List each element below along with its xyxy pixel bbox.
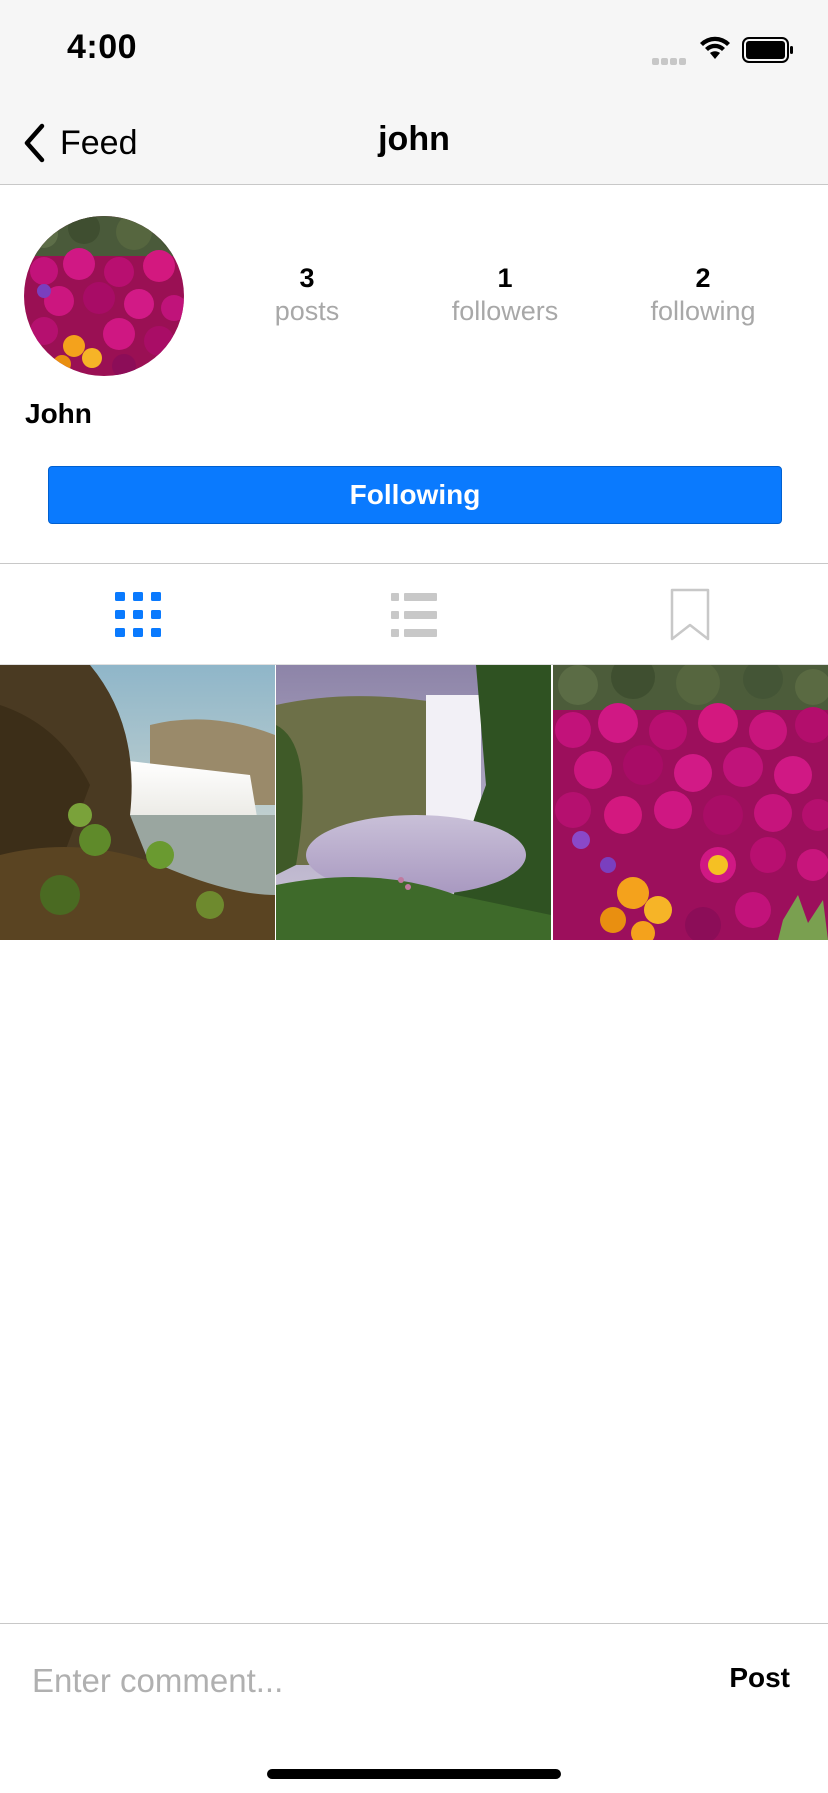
photo-grid <box>0 664 828 940</box>
following-label: following <box>650 296 756 326</box>
waterfall-rocks-photo <box>0 665 275 940</box>
followers-label: followers <box>451 296 559 326</box>
grid-icon <box>115 591 161 637</box>
post-thumbnail[interactable] <box>553 665 828 940</box>
followers-stat[interactable]: 1 followers <box>415 262 595 328</box>
home-indicator[interactable] <box>267 1769 561 1779</box>
post-button[interactable]: Post <box>729 1662 790 1694</box>
post-thumbnail[interactable] <box>0 665 275 940</box>
status-bar: 4:00 <box>0 0 828 100</box>
followers-count: 1 <box>497 263 513 293</box>
tab-grid[interactable] <box>0 564 276 665</box>
following-count: 2 <box>695 263 711 293</box>
pink-flowers-photo <box>553 665 828 940</box>
status-time: 4:00 <box>67 28 138 66</box>
page-title: john <box>378 120 450 158</box>
comment-bar: Post <box>0 1623 828 1793</box>
posts-stat[interactable]: 3 posts <box>217 262 397 328</box>
battery-icon <box>742 37 793 63</box>
following-stat[interactable]: 2 following <box>613 262 793 328</box>
posts-count: 3 <box>299 263 315 293</box>
wifi-icon <box>700 36 730 59</box>
comment-input[interactable] <box>30 1652 674 1710</box>
bookmark-icon <box>670 588 710 640</box>
following-button[interactable]: Following <box>48 466 782 524</box>
signal-icon <box>652 52 688 70</box>
navigation-bar: Feed john <box>0 100 828 185</box>
list-icon <box>391 592 437 637</box>
post-thumbnail[interactable] <box>276 665 551 940</box>
waterfall-canyon-photo <box>276 665 551 940</box>
posts-label: posts <box>274 296 340 326</box>
tab-saved[interactable] <box>552 564 828 665</box>
profile-name: John <box>25 398 92 429</box>
profile-tab-bar <box>0 563 828 665</box>
avatar[interactable] <box>24 216 184 376</box>
tab-list[interactable] <box>276 564 552 665</box>
